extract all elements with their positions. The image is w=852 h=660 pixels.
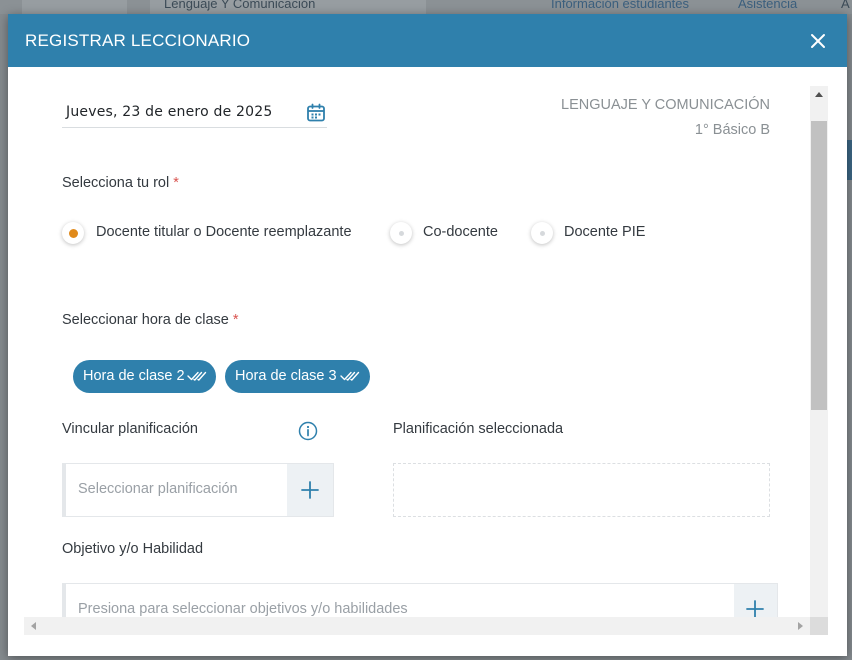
radio-empty-dot <box>398 230 404 236</box>
role-label-codocente: Co-docente <box>423 224 498 240</box>
role-label-titular: Docente titular o Docente reemplazante <box>96 224 352 240</box>
objective-label: Objetivo y/o Habilidad <box>62 541 204 557</box>
background-tab-attendance: Asistencia <box>738 0 798 11</box>
role-option-titular[interactable]: Docente titular o Docente reemplazante <box>62 222 382 246</box>
background-toolbar <box>0 0 852 14</box>
radio-selected-dot <box>68 228 78 238</box>
close-icon <box>811 34 825 48</box>
double-check-icon <box>187 371 207 381</box>
scrollbar-corner <box>810 617 828 635</box>
plus-icon <box>746 600 764 618</box>
class-hour-chip-label: Hora de clase 2 <box>83 368 185 384</box>
date-picker[interactable]: Jueves, 23 de enero de 2025 <box>62 100 327 128</box>
objective-select-placeholder: Presiona para seleccionar objetivos y/o … <box>78 601 408 617</box>
scroll-up-arrow-icon[interactable] <box>815 92 823 97</box>
role-radio-codocente[interactable] <box>390 222 412 244</box>
role-radio-pie[interactable] <box>531 222 553 244</box>
link-planning-label: Vincular planificación <box>62 421 198 437</box>
course-name: 1° Básico B <box>694 122 770 138</box>
radio-empty-dot <box>539 230 545 236</box>
role-label-text: Selecciona tu rol <box>62 175 170 191</box>
subject-name: LENGUAJE Y COMUNICACIÓN <box>561 97 770 113</box>
role-radio-titular[interactable] <box>62 222 84 244</box>
close-button[interactable] <box>807 30 829 52</box>
modal-title: REGISTRAR LECCIONARIO <box>25 31 251 50</box>
role-option-codocente[interactable]: Co-docente <box>390 222 520 246</box>
required-mark: * <box>232 312 239 328</box>
background-course-label: Lenguaje Y Comunicación <box>164 0 316 11</box>
scroll-right-arrow-icon[interactable] <box>798 622 803 630</box>
planning-select-placeholder: Seleccionar planificación <box>78 481 238 497</box>
modal-header: REGISTRAR LECCIONARIO <box>8 14 847 67</box>
role-label: Selecciona tu rol * <box>62 175 179 191</box>
role-option-pie[interactable]: Docente PIE <box>531 222 661 246</box>
class-hour-chip-3[interactable]: Hora de clase 3 <box>225 360 370 393</box>
background-tab-students: Información estudiantes <box>551 0 690 11</box>
background-select-left <box>22 0 127 15</box>
double-check-icon <box>340 371 360 381</box>
role-label-pie: Docente PIE <box>564 224 646 240</box>
date-value: Jueves, 23 de enero de 2025 <box>66 104 273 120</box>
selected-planning-label: Planificación seleccionada <box>393 421 564 437</box>
registrar-leccionario-modal: REGISTRAR LECCIONARIO Jueves, 23 de ener… <box>8 14 847 656</box>
class-hour-label-text: Seleccionar hora de clase <box>62 312 229 328</box>
background-tab-more: A <box>841 0 850 11</box>
selected-planning-area <box>393 463 770 517</box>
horizontal-scrollbar[interactable] <box>24 617 810 635</box>
required-mark: * <box>173 175 179 191</box>
scroll-left-arrow-icon[interactable] <box>31 622 36 630</box>
class-hour-chip-2[interactable]: Hora de clase 2 <box>73 360 216 393</box>
class-hour-label: Seleccionar hora de clase * <box>62 312 239 328</box>
planning-select[interactable]: Seleccionar planificación <box>62 463 334 517</box>
vertical-scroll-thumb[interactable] <box>811 121 827 410</box>
vertical-scrollbar[interactable] <box>810 86 828 635</box>
calendar-icon[interactable] <box>305 102 327 124</box>
add-planning-button[interactable] <box>287 464 333 516</box>
info-icon[interactable] <box>298 421 318 441</box>
background-course-select: Lenguaje Y Comunicación <box>150 0 426 15</box>
class-hour-chip-label: Hora de clase 3 <box>235 368 337 384</box>
plus-icon <box>301 481 319 499</box>
modal-body: Jueves, 23 de enero de 2025 LENGUAJE Y C… <box>24 81 829 635</box>
subject-info: LENGUAJE Y COMUNICACIÓN 1° Básico B <box>561 93 770 143</box>
